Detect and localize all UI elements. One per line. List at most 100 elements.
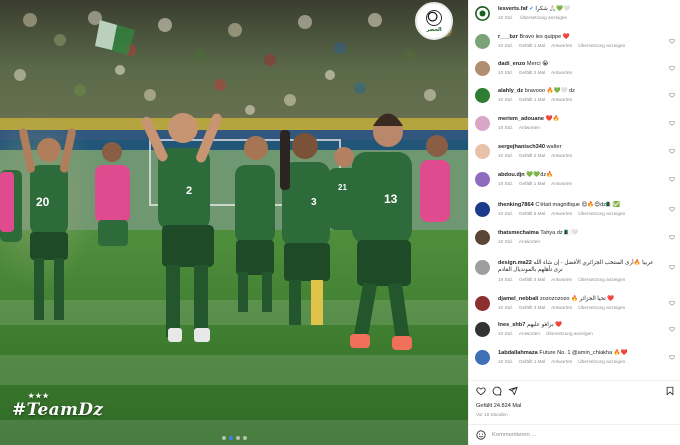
translate-button[interactable]: Übersetzung anzeigen bbox=[578, 359, 625, 364]
comment-like-count[interactable]: Gefällt 1 Mal bbox=[519, 43, 545, 48]
reply-button[interactable]: Antworten bbox=[519, 125, 540, 130]
comment-like-heart-icon[interactable] bbox=[669, 65, 675, 71]
commenter-avatar[interactable] bbox=[475, 296, 490, 311]
football-icon bbox=[426, 9, 442, 26]
translate-button[interactable]: Übersetzung anzeigen bbox=[578, 43, 625, 48]
comment-body: Bravo les quippe ❤️ bbox=[519, 34, 570, 40]
commenter-avatar[interactable] bbox=[475, 144, 490, 159]
comment-text: meriem_adouane ❤️🔥 bbox=[498, 116, 663, 123]
commenter-username[interactable]: meriem_adouane bbox=[498, 116, 546, 122]
reply-button[interactable]: Antworten bbox=[551, 70, 572, 75]
post-photo[interactable]: 20 2 3 13 21 الخضر ★★★ #TeamDz bbox=[0, 0, 468, 445]
reply-button[interactable]: Antworten bbox=[551, 211, 572, 216]
commenter-username[interactable]: 1abdallahmaza bbox=[498, 350, 539, 356]
emoji-icon[interactable] bbox=[476, 430, 486, 440]
comment-like-count[interactable]: Gefällt 2 Mal bbox=[519, 153, 545, 158]
comment-like-heart-icon[interactable] bbox=[669, 38, 675, 44]
comment-text: alahly_dz bravooo 🔥💚🤍 dz bbox=[498, 88, 663, 95]
commenter-username[interactable]: lnes_shb7 bbox=[498, 322, 527, 328]
commenter-avatar[interactable] bbox=[475, 172, 490, 187]
comment-icon[interactable] bbox=[492, 386, 502, 396]
like-heart-icon[interactable] bbox=[476, 386, 486, 396]
commenter-avatar[interactable] bbox=[475, 61, 490, 76]
caption-meta: 10 Std. Übersetzung anzeigen bbox=[498, 15, 573, 20]
reply-button[interactable]: Antworten bbox=[551, 305, 572, 310]
comment-input[interactable]: Kommentieren ... bbox=[492, 432, 536, 438]
comment-meta: 10 Std. Gefällt 1 Mal Antworten bbox=[498, 97, 578, 102]
comment-like-count[interactable]: Gefällt 1 Mal bbox=[519, 359, 545, 364]
comment-like-heart-icon[interactable] bbox=[669, 120, 675, 126]
comment-time: 10 Std. bbox=[498, 331, 513, 336]
post-author-username[interactable]: lesverts.faf bbox=[498, 6, 528, 12]
translate-button[interactable]: Übersetzung anzeigen bbox=[578, 277, 625, 282]
commenter-username[interactable]: thenking7864 bbox=[498, 202, 535, 208]
comment-like-count[interactable]: Gefällt 3 Mal bbox=[519, 305, 545, 310]
commenter-username[interactable]: sergejhanisch340 bbox=[498, 144, 547, 150]
translate-button[interactable]: Übersetzung anzeigen bbox=[578, 305, 625, 310]
caption-translate[interactable]: Übersetzung anzeigen bbox=[520, 15, 567, 20]
carousel-dot[interactable] bbox=[221, 436, 226, 440]
comment-like-count[interactable]: Gefällt 1 Mal bbox=[519, 97, 545, 102]
commenter-avatar[interactable] bbox=[475, 88, 490, 103]
comment-like-count[interactable]: Gefällt 1 Mal bbox=[519, 181, 545, 186]
reply-button[interactable]: Antworten bbox=[551, 153, 572, 158]
commenter-avatar[interactable] bbox=[475, 34, 490, 49]
comment-like-heart-icon[interactable] bbox=[669, 300, 675, 306]
commenter-avatar[interactable] bbox=[475, 322, 490, 337]
reply-button[interactable]: Antworten bbox=[551, 181, 572, 186]
instagram-post-view: 20 2 3 13 21 الخضر ★★★ #TeamDz lesverts.… bbox=[0, 0, 680, 445]
commenter-username[interactable]: abdou.djn bbox=[498, 172, 526, 178]
commenter-avatar[interactable] bbox=[475, 230, 490, 245]
translate-button[interactable]: Übersetzung anzeigen bbox=[546, 331, 593, 336]
comment-like-heart-icon[interactable] bbox=[669, 234, 675, 240]
comment-like-heart-icon[interactable] bbox=[669, 148, 675, 154]
comment-body: ❤️🔥 bbox=[545, 116, 560, 122]
commenter-avatar[interactable] bbox=[475, 350, 490, 365]
comment-like-heart-icon[interactable] bbox=[669, 176, 675, 182]
carousel-dot[interactable] bbox=[228, 436, 233, 440]
bookmark-icon[interactable] bbox=[665, 386, 675, 396]
comment-body: 💚💚dz🔥 bbox=[526, 172, 554, 178]
comment-like-heart-icon[interactable] bbox=[669, 92, 675, 98]
reply-button[interactable]: Antworten bbox=[551, 43, 572, 48]
comment-like-count[interactable]: Gefällt 3 Mal bbox=[519, 277, 545, 282]
commenter-username[interactable]: alahly_dz bbox=[498, 88, 525, 94]
jersey-number-21: 21 bbox=[338, 183, 347, 192]
share-icon[interactable] bbox=[508, 386, 518, 396]
carousel-dot[interactable] bbox=[242, 436, 247, 440]
commenter-username[interactable]: r___bzr bbox=[498, 34, 519, 40]
comment-time: 10 Std. bbox=[498, 153, 513, 158]
post-age: Vor 10 Stunden bbox=[476, 412, 508, 417]
watermark-text: #TeamDz bbox=[12, 400, 104, 420]
comment-text: thatsmechaima Tahya dz 🇩🇿🤍 bbox=[498, 230, 663, 237]
carousel-dot[interactable] bbox=[235, 436, 240, 440]
comment-like-heart-icon[interactable] bbox=[669, 354, 675, 360]
translate-button[interactable]: Übersetzung anzeigen bbox=[578, 211, 625, 216]
comment-like-count[interactable]: Gefällt 5 Mal bbox=[519, 211, 545, 216]
comment-like-count[interactable]: Gefällt 2 Mal bbox=[519, 70, 545, 75]
reply-button[interactable]: Antworten bbox=[551, 277, 572, 282]
reply-button[interactable]: Antworten bbox=[551, 97, 572, 102]
reply-button[interactable]: Antworten bbox=[519, 239, 540, 244]
comment-meta: 10 Std. Antworten bbox=[498, 239, 546, 244]
comment-text: djamel_nebbali zozozozozo 🔥 تحيا الجزائر… bbox=[498, 296, 663, 303]
commenter-avatar[interactable] bbox=[475, 202, 490, 217]
comment-meta: 10 Std. Gefällt 1 Mal Antworten Übersetzung… bbox=[498, 359, 631, 364]
commenter-username[interactable]: djamel_nebbali bbox=[498, 296, 540, 302]
comment-meta: 10 Std. Gefällt 3 Mal Antworten Übersetzung… bbox=[498, 277, 631, 282]
commenter-username[interactable]: thatsmechaima bbox=[498, 230, 540, 236]
commenter-avatar[interactable] bbox=[475, 116, 490, 131]
reply-button[interactable]: Antworten bbox=[551, 359, 572, 364]
comment-like-heart-icon[interactable] bbox=[669, 326, 675, 332]
comment-list[interactable]: lesverts.faf ✔ شكرا 🙏🏻💚🤍 10 Std. Überset… bbox=[469, 0, 680, 378]
author-avatar[interactable] bbox=[475, 6, 490, 21]
reply-button[interactable]: Antworten bbox=[519, 331, 540, 336]
jersey-number-2: 2 bbox=[186, 185, 192, 197]
comment-like-heart-icon[interactable] bbox=[669, 206, 675, 212]
comment-meta: 10 Std. Antworten bbox=[498, 125, 546, 130]
like-count[interactable]: Gefällt 24.824 Mal bbox=[476, 403, 521, 409]
comment-like-heart-icon[interactable] bbox=[669, 264, 675, 270]
commenter-username[interactable]: design.ma22 bbox=[498, 260, 533, 266]
commenter-username[interactable]: dadi_enzo bbox=[498, 61, 527, 67]
commenter-avatar[interactable] bbox=[475, 260, 490, 275]
